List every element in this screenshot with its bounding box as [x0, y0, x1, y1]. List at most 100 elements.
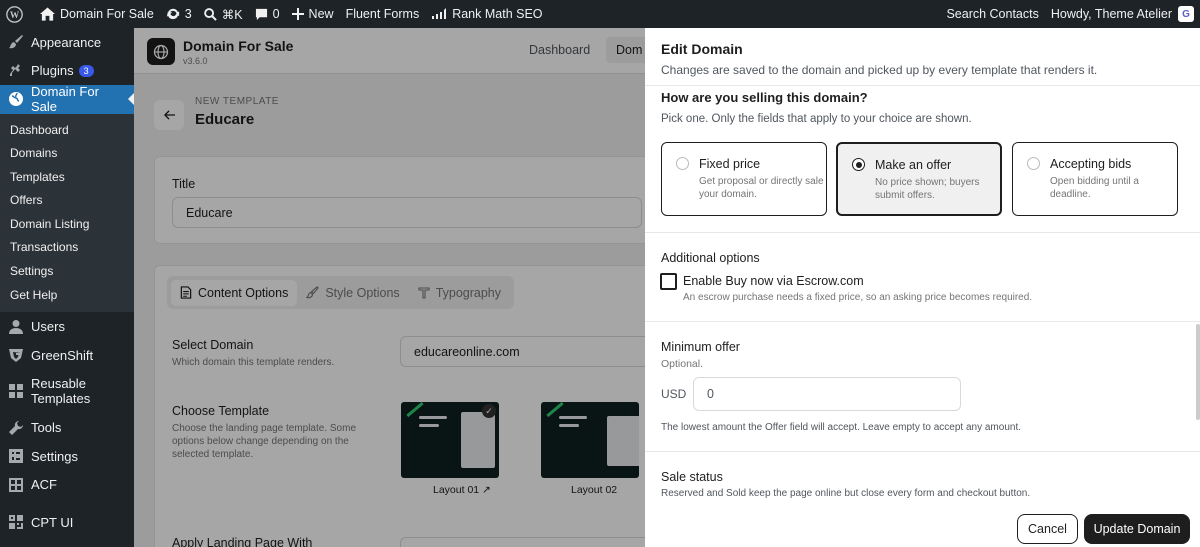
updates-link[interactable]: 3	[160, 0, 198, 28]
additional-options-title: Additional options	[661, 251, 760, 265]
comment-icon	[255, 8, 267, 20]
modal-backdrop[interactable]	[134, 28, 645, 547]
sidebar-item-reusable-templates[interactable]: Reusable Templates	[0, 369, 134, 413]
fluent-forms-link[interactable]: Fluent Forms	[340, 0, 426, 28]
wordpress-logo-icon[interactable]: W	[0, 0, 34, 28]
avatar: G	[1178, 6, 1194, 22]
search-contacts-link[interactable]: Search Contacts	[940, 0, 1044, 28]
option-title: Accepting bids	[1050, 157, 1132, 171]
sidebar-item-label: GreenShift	[31, 347, 94, 363]
option-make-an-offer[interactable]: Make an offer No price shown; buyers sub…	[836, 142, 1002, 216]
sale-status-title: Sale status	[661, 470, 723, 484]
option-description: Get proposal or directly sale your domai…	[699, 176, 824, 200]
shortcut-label: ⌘K	[221, 7, 243, 22]
paintbrush-icon	[9, 35, 23, 49]
plus-icon	[291, 8, 304, 20]
update-domain-button[interactable]: Update Domain	[1084, 514, 1190, 544]
submenu-item-domains[interactable]: Domains	[0, 142, 134, 166]
escrow-label[interactable]: Enable Buy now via Escrow.com	[683, 274, 864, 288]
sidebar-item-users[interactable]: Users	[0, 312, 134, 341]
escrow-checkbox[interactable]	[660, 273, 677, 290]
fluent-forms-label: Fluent Forms	[345, 7, 420, 21]
main-content: Domain For Sale v3.6.0 Dashboard Dom NEW…	[134, 28, 645, 547]
sidebar-item-label: Appearance	[31, 34, 102, 50]
drawer-scrollbar[interactable]	[1196, 324, 1200, 420]
radio-fixed-price[interactable]	[676, 157, 689, 170]
domain-for-sale-submenu: Dashboard Domains Templates Offers Domai…	[0, 113, 134, 313]
howdy-label: Howdy, Theme Atelier	[1050, 7, 1172, 21]
search-icon	[203, 7, 217, 21]
blocks-icon	[9, 384, 23, 399]
cpt-ui-icon	[9, 515, 23, 529]
submenu-item-offers[interactable]: Offers	[0, 189, 134, 213]
plugin-icon	[10, 63, 20, 76]
admin-sidebar: Appearance Plugins 3 Domain For Sale Das…	[0, 28, 134, 547]
refresh-icon	[166, 8, 179, 20]
search-shortcut[interactable]: ⌘K	[198, 0, 249, 28]
home-icon	[40, 7, 55, 21]
search-contacts-label: Search Contacts	[946, 7, 1039, 21]
submenu-item-dashboard[interactable]: Dashboard	[0, 119, 134, 143]
rank-math-icon	[432, 8, 447, 19]
site-name-link[interactable]: Domain For Sale	[34, 0, 160, 28]
updates-count: 3	[184, 7, 192, 21]
escrow-help: An escrow purchase needs a fixed price, …	[683, 292, 1033, 303]
sidebar-item-acf[interactable]: ACF	[0, 470, 134, 499]
sidebar-item-cpt-ui[interactable]: CPT UI	[0, 508, 134, 537]
svg-text:W: W	[10, 10, 20, 20]
drawer-subtitle: Changes are saved to the domain and pick…	[661, 63, 1098, 77]
submenu-item-templates[interactable]: Templates	[0, 166, 134, 190]
radio-accepting-bids[interactable]	[1027, 157, 1040, 170]
settings-sliders-icon	[9, 449, 23, 463]
selling-method-subtitle: Pick one. Only the fields that apply to …	[661, 113, 972, 125]
sidebar-item-label: Users	[31, 319, 65, 334]
user-account-link[interactable]: Howdy, Theme Atelier G	[1045, 0, 1200, 28]
sidebar-item-appearance[interactable]: Appearance	[0, 28, 134, 57]
new-label: New	[308, 7, 334, 21]
acf-grid-icon	[9, 477, 23, 492]
minimum-offer-help: The lowest amount the Offer field will a…	[661, 422, 1022, 433]
submenu-item-transactions[interactable]: Transactions	[0, 236, 134, 260]
rank-math-label: Rank Math SEO	[452, 7, 543, 21]
radio-make-an-offer[interactable]	[852, 158, 865, 171]
site-name: Domain For Sale	[60, 7, 154, 21]
divider	[645, 321, 1200, 322]
option-title: Make an offer	[875, 158, 952, 172]
option-title: Fixed price	[699, 157, 761, 171]
submenu-item-domain-listing[interactable]: Domain Listing	[0, 213, 134, 237]
divider	[645, 232, 1200, 233]
minimum-offer-input[interactable]: 0	[693, 377, 961, 411]
submenu-item-get-help[interactable]: Get Help	[0, 284, 134, 308]
submenu-item-settings[interactable]: Settings	[0, 260, 134, 284]
sidebar-item-label: Tools	[31, 420, 62, 435]
option-description: No price shown; buyers submit offers.	[875, 177, 980, 201]
minimum-offer-title: Minimum offer	[661, 340, 740, 354]
greenshift-icon	[9, 349, 23, 362]
option-accepting-bids[interactable]: Accepting bids Open bidding until a dead…	[1012, 142, 1178, 216]
sidebar-item-label: ACF	[31, 477, 57, 492]
wrench-icon	[9, 420, 24, 435]
sidebar-item-greenshift[interactable]: GreenShift	[0, 341, 134, 370]
sidebar-item-tools[interactable]: Tools	[0, 413, 134, 442]
comments-link[interactable]: 0	[249, 0, 286, 28]
option-fixed-price[interactable]: Fixed price Get proposal or directly sal…	[661, 142, 827, 216]
plugins-badge: 3	[78, 64, 94, 77]
cancel-button[interactable]: Cancel	[1017, 514, 1078, 544]
sidebar-item-plugins[interactable]: Plugins 3	[0, 57, 134, 86]
rank-math-link[interactable]: Rank Math SEO	[425, 0, 548, 28]
sidebar-item-settings[interactable]: Settings	[0, 442, 134, 471]
globe-icon	[9, 92, 23, 107]
sidebar-item-domain-for-sale[interactable]: Domain For Sale	[0, 84, 134, 115]
divider	[645, 451, 1200, 452]
sidebar-item-label: Domain For Sale	[31, 84, 99, 115]
option-description: Open bidding until a deadline.	[1050, 176, 1139, 200]
sidebar-item-label: Plugins	[31, 63, 74, 79]
admin-bar: W Domain For Sale 3 ⌘K 0 New Fluent Form…	[0, 0, 1200, 28]
minimum-offer-optional: Optional.	[661, 358, 704, 370]
sidebar-item-label: Reusable Templates	[31, 376, 91, 407]
sidebar-item-label: Settings	[31, 448, 78, 464]
new-content-link[interactable]: New	[286, 0, 340, 28]
sidebar-item-label: CPT UI	[31, 514, 74, 530]
sale-status-help: Reserved and Sold keep the page online b…	[661, 488, 1031, 499]
comments-count: 0	[272, 7, 280, 21]
